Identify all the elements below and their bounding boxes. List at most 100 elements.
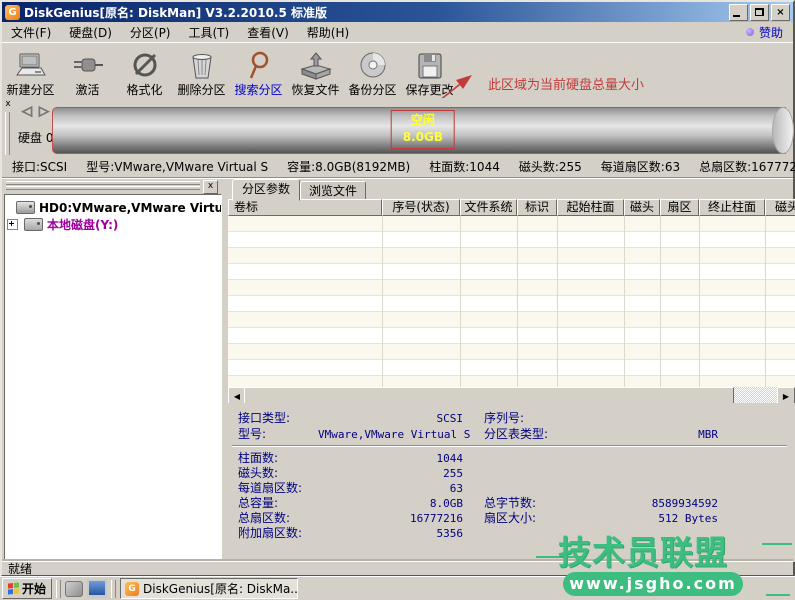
cylinder-end-cap: [772, 107, 794, 154]
disk-tree: HD0:VMware,VMware Virtual 本地磁盘(Y:): [4, 194, 222, 560]
detail-value: 255: [443, 467, 463, 480]
plug-icon: [71, 49, 105, 81]
prev-disk-arrow[interactable]: ◁: [22, 104, 33, 120]
taskbar-task-button[interactable]: G DiskGenius[原名: DiskMa...: [120, 578, 299, 599]
column-header-end-head[interactable]: 磁头: [765, 199, 795, 216]
menu-view[interactable]: 查看(V): [238, 23, 298, 42]
taskbar-separator: [56, 579, 62, 598]
table-grid-line: [765, 216, 766, 387]
detail-row: 总容量: 8.0GB 总字节数: 8589934592: [228, 496, 795, 511]
menu-disk[interactable]: 硬盘(D): [60, 23, 121, 42]
restore-button[interactable]: [750, 3, 769, 21]
toolbar-label: 删除分区: [177, 83, 226, 97]
detail-label: 型号:: [238, 427, 267, 441]
disk-bar-panel: x ◁ ▷ 硬盘 0 空闲 8.0GB: [2, 98, 794, 157]
toolbar-label: 备份分区: [348, 83, 397, 97]
search-partition-button[interactable]: 搜索分区: [230, 45, 287, 97]
detail-label: 扇区大小:: [484, 511, 537, 525]
disk-tree-panel: x HD0:VMware,VMware Virtual 本地磁盘(Y:): [2, 179, 224, 562]
free-space-label: 空闲 8.0GB: [390, 110, 455, 149]
tab-partition-params[interactable]: 分区参数: [232, 179, 300, 201]
menu-file[interactable]: 文件(F): [2, 23, 60, 42]
info-cylinders: 柱面数:1044: [429, 160, 500, 174]
table-grid-line: [624, 216, 625, 387]
tree-panel-gripper[interactable]: [6, 181, 200, 185]
format-button[interactable]: 格式化: [116, 45, 173, 97]
minimize-button[interactable]: [729, 3, 748, 21]
menu-partition[interactable]: 分区(P): [121, 23, 180, 42]
disk-capacity-bar[interactable]: 空闲 8.0GB: [52, 107, 794, 154]
column-header-head[interactable]: 磁头: [624, 199, 660, 216]
info-heads: 磁头数:255: [518, 160, 582, 174]
detail-value: 5356: [436, 527, 464, 540]
new-partition-button[interactable]: 新建分区: [2, 45, 59, 97]
task-label: DiskGenius[原名: DiskMa...: [143, 582, 299, 596]
column-header-end-cylinder[interactable]: 终止柱面: [699, 199, 765, 216]
tree-item-hd0[interactable]: HD0:VMware,VMware Virtual: [5, 199, 221, 216]
sponsor-dot-icon: [745, 28, 754, 36]
column-header-filesystem[interactable]: 文件系统: [460, 199, 517, 216]
toolbar-label: 格式化: [126, 83, 163, 97]
column-header-volume-label[interactable]: 卷标: [228, 199, 382, 216]
laptop-icon: [14, 49, 48, 81]
toolbar-label: 新建分区: [6, 83, 55, 97]
detail-value: SCSI: [436, 412, 464, 425]
tree-panel-close-button[interactable]: x: [203, 180, 218, 194]
detail-label: 序列号:: [484, 411, 525, 425]
panel-close-icon[interactable]: x: [3, 100, 13, 110]
column-header-index-status[interactable]: 序号(状态): [382, 199, 460, 216]
backup-partition-button[interactable]: 备份分区: [344, 45, 401, 97]
disk-info-bar: 接口:SCSI 型号:VMware,VMware Virtual S 容量:8.…: [2, 157, 795, 176]
detail-value: MBR: [698, 428, 718, 441]
free-space-size: 8.0GB: [402, 130, 443, 144]
table-grid-line: [517, 216, 518, 387]
detail-label: 柱面数:: [238, 451, 279, 465]
close-icon: ×: [776, 6, 785, 18]
panel-gripper[interactable]: [5, 112, 10, 155]
detail-row: 型号: VMware,VMware Virtual S 分区表类型: MBR: [228, 427, 795, 442]
drive-icon: [24, 218, 43, 231]
detail-label: 总扇区数:: [238, 511, 291, 525]
app-icon: G: [5, 4, 20, 20]
tree-item-label: 本地磁盘(Y:): [47, 218, 119, 232]
toolbar-label: 搜索分区: [234, 83, 283, 97]
detail-label: 附加扇区数:: [238, 526, 303, 540]
close-button[interactable]: ×: [771, 3, 790, 21]
tree-panel-gripper[interactable]: [6, 186, 200, 190]
detail-row: 接口类型: SCSI 序列号:: [228, 411, 795, 426]
free-space-text: 空闲: [410, 113, 435, 127]
partition-panel: 分区参数 浏览文件 卷标 序号(状态) 文件系统 标识 起始柱面 磁头 扇区 终…: [228, 179, 795, 562]
next-disk-arrow[interactable]: ▷: [39, 104, 50, 120]
partition-table-body[interactable]: [228, 216, 795, 387]
column-header-start-cylinder[interactable]: 起始柱面: [557, 199, 624, 216]
detail-value: 16777216: [410, 512, 463, 525]
recover-files-button[interactable]: 恢复文件: [287, 45, 344, 97]
horizontal-scrollbar[interactable]: ◀ ▶: [228, 387, 795, 405]
toolbar: 新建分区 激活 格式化 删除分区 搜索分区 恢复文件 备份分区 保存更改: [2, 42, 793, 101]
sponsor-link[interactable]: 赞助: [745, 24, 793, 41]
status-text: 就绪: [8, 562, 33, 576]
detail-value: 512 Bytes: [658, 512, 718, 525]
start-button[interactable]: 开始: [2, 578, 53, 599]
tab-browse-files[interactable]: 浏览文件: [300, 181, 366, 200]
activate-button[interactable]: 激活: [59, 45, 116, 97]
trash-icon: [185, 49, 219, 81]
detail-value: 63: [449, 482, 463, 495]
menu-tools[interactable]: 工具(T): [180, 23, 239, 42]
quick-launch-icon-1[interactable]: [65, 580, 84, 597]
show-desktop-icon[interactable]: [87, 579, 108, 598]
tree-item-label: HD0:VMware,VMware Virtual: [39, 200, 222, 215]
menu-help[interactable]: 帮助(H): [298, 23, 358, 42]
tree-item-local-disk[interactable]: 本地磁盘(Y:): [5, 216, 221, 233]
expand-plus-icon[interactable]: [7, 219, 18, 230]
column-header-id[interactable]: 标识: [517, 199, 557, 216]
status-bar: 就绪: [2, 561, 793, 577]
column-header-sector[interactable]: 扇区: [660, 199, 699, 216]
tree-panel-header: x: [4, 180, 222, 194]
table-grid-line: [557, 216, 558, 387]
info-capacity: 容量:8.0GB(8192MB): [287, 160, 411, 174]
divider: [232, 445, 787, 447]
detail-label: 接口类型:: [238, 411, 291, 425]
delete-partition-button[interactable]: 删除分区: [173, 45, 230, 97]
detail-label: 磁头数:: [238, 466, 279, 480]
